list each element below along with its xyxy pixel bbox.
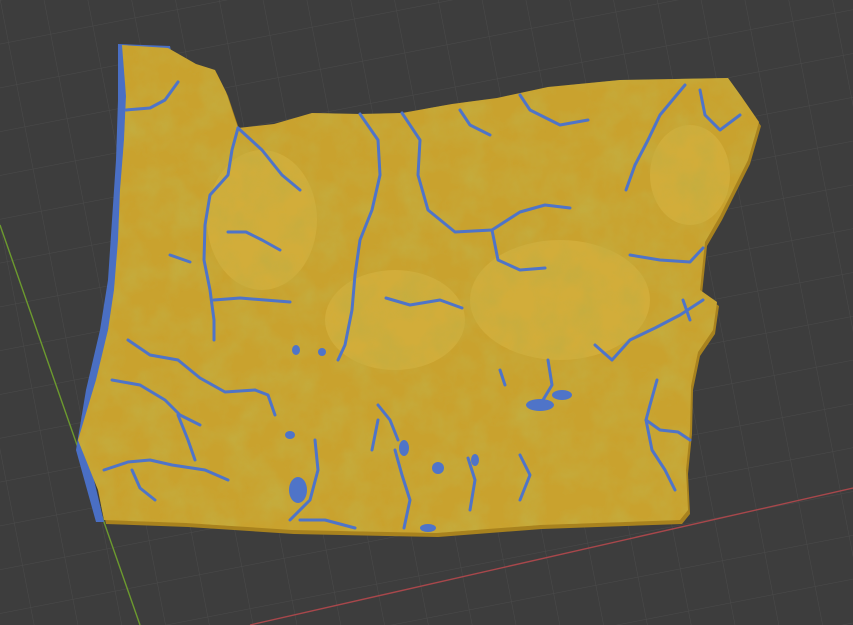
3d-viewport[interactable]: [0, 0, 853, 625]
viewport-canvas[interactable]: [0, 0, 853, 625]
abert-lake: [432, 462, 444, 474]
upper-klamath-lake: [289, 477, 307, 503]
hart-lake: [471, 454, 479, 466]
cascade-lake-2: [318, 348, 326, 356]
cascade-lake-1: [292, 345, 300, 355]
goose-lake: [420, 524, 436, 532]
crater-lake: [285, 431, 295, 439]
summer-lake: [399, 440, 409, 456]
harney-lake: [552, 390, 572, 400]
malheur-lake: [526, 399, 554, 411]
